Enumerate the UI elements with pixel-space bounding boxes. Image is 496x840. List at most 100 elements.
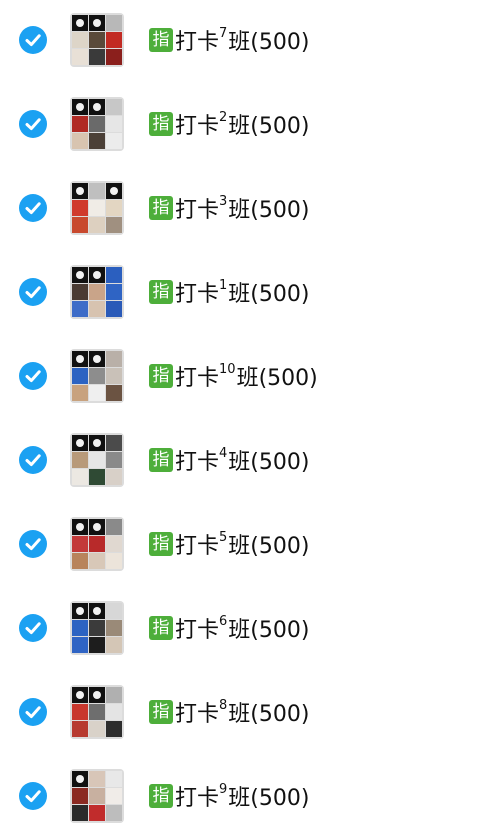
avatar-tile	[106, 452, 122, 468]
zhi-badge-icon: 指	[149, 364, 173, 388]
group-row[interactable]: 指打卡 10 班(500)	[0, 336, 496, 420]
avatar-tile	[72, 620, 88, 636]
check-circle-icon[interactable]	[19, 110, 47, 138]
avatar-tile	[89, 704, 105, 720]
avatar-tile	[89, 385, 105, 401]
check-circle-icon[interactable]	[19, 278, 47, 306]
check-circle-icon[interactable]	[19, 362, 47, 390]
group-avatar-grid	[70, 181, 124, 235]
avatar-tile	[89, 603, 105, 619]
avatar-tile	[106, 284, 122, 300]
avatar-tile	[89, 200, 105, 216]
group-number: 5	[219, 529, 228, 545]
avatar-tile	[72, 687, 88, 703]
group-row[interactable]: 指打卡 5 班(500)	[0, 504, 496, 588]
group-name-suffix: 班(500)	[228, 30, 310, 55]
group-row[interactable]: 指打卡 4 班(500)	[0, 420, 496, 504]
group-row[interactable]: 指打卡 1 班(500)	[0, 252, 496, 336]
group-row[interactable]: 指打卡 6 班(500)	[0, 588, 496, 672]
avatar-tile	[89, 620, 105, 636]
group-avatar-grid	[70, 601, 124, 655]
avatar-tile	[89, 553, 105, 569]
avatar-tile	[106, 217, 122, 233]
group-name-prefix: 打卡	[175, 534, 220, 559]
group-avatar-grid	[70, 433, 124, 487]
group-number: 3	[219, 193, 228, 209]
check-circle-icon[interactable]	[19, 446, 47, 474]
group-name: 指打卡 3 班(500)	[149, 193, 309, 223]
group-avatar-grid	[70, 349, 124, 403]
avatar-tile	[106, 620, 122, 636]
group-avatar-grid	[70, 685, 124, 739]
check-circle-icon[interactable]	[19, 614, 47, 642]
avatar-tile	[89, 183, 105, 199]
avatar-tile	[72, 519, 88, 535]
group-avatar-grid	[70, 97, 124, 151]
zhi-badge-icon: 指	[149, 532, 173, 556]
check-circle-icon[interactable]	[19, 194, 47, 222]
avatar-tile	[89, 284, 105, 300]
avatar-tile	[106, 435, 122, 451]
avatar-tile	[89, 217, 105, 233]
avatar-tile	[106, 788, 122, 804]
avatar-tile	[106, 385, 122, 401]
group-name-suffix: 班(500)	[228, 282, 310, 307]
group-number: 10	[219, 361, 236, 377]
avatar-tile	[89, 519, 105, 535]
avatar-tile	[106, 519, 122, 535]
group-row[interactable]: 指打卡 8 班(500)	[0, 672, 496, 756]
group-name-prefix: 打卡	[175, 450, 220, 475]
check-circle-icon[interactable]	[19, 26, 47, 54]
zhi-badge-icon: 指	[149, 196, 173, 220]
avatar-tile	[106, 133, 122, 149]
zhi-badge-icon: 指	[149, 784, 173, 808]
avatar-tile	[106, 637, 122, 653]
avatar-tile	[72, 721, 88, 737]
group-row[interactable]: 指打卡 9 班(500)	[0, 756, 496, 840]
group-name-prefix: 打卡	[175, 366, 220, 391]
avatar-tile	[72, 435, 88, 451]
avatar-tile	[89, 116, 105, 132]
group-row[interactable]: 指打卡 3 班(500)	[0, 168, 496, 252]
avatar-tile	[106, 368, 122, 384]
group-name-prefix: 打卡	[175, 786, 220, 811]
check-circle-icon[interactable]	[19, 782, 47, 810]
avatar-tile	[89, 368, 105, 384]
group-name: 指打卡 7 班(500)	[149, 26, 310, 55]
avatar-tile	[72, 351, 88, 367]
avatar-tile	[72, 15, 88, 31]
avatar-tile	[106, 721, 122, 737]
group-number: 8	[219, 697, 228, 713]
check-circle-icon[interactable]	[19, 530, 47, 558]
avatar-tile	[106, 603, 122, 619]
group-name: 指打卡 9 班(500)	[149, 782, 310, 811]
group-number: 1	[219, 277, 228, 293]
avatar-tile	[89, 351, 105, 367]
avatar-tile	[72, 469, 88, 485]
group-name-suffix: 班(500)	[228, 786, 310, 811]
avatar-tile	[89, 435, 105, 451]
check-circle-icon[interactable]	[19, 698, 47, 726]
avatar-tile	[72, 452, 88, 468]
avatar-tile	[72, 267, 88, 283]
avatar-tile	[72, 284, 88, 300]
avatar-tile	[106, 771, 122, 787]
group-list: 指打卡 7 班(500) 指打卡 2 班(500) 指打卡 3 班(500) 指打卡 1 班(500)…	[0, 0, 496, 837]
avatar-tile	[106, 183, 122, 199]
group-name: 指打卡 1 班(500)	[149, 277, 310, 307]
avatar-tile	[72, 49, 88, 65]
avatar-tile	[89, 452, 105, 468]
group-name-prefix: 打卡	[175, 198, 220, 223]
avatar-tile	[72, 805, 88, 821]
avatar-tile	[106, 469, 122, 485]
avatar-tile	[89, 469, 105, 485]
avatar-tile	[106, 116, 122, 132]
avatar-tile	[106, 267, 122, 283]
group-row[interactable]: 指打卡 7 班(500)	[0, 0, 496, 84]
group-name: 指打卡 8 班(500)	[149, 697, 309, 727]
avatar-tile	[106, 49, 122, 65]
group-row[interactable]: 指打卡 2 班(500)	[0, 84, 496, 168]
avatar-tile	[106, 351, 122, 367]
avatar-tile	[89, 536, 105, 552]
avatar-tile	[72, 704, 88, 720]
